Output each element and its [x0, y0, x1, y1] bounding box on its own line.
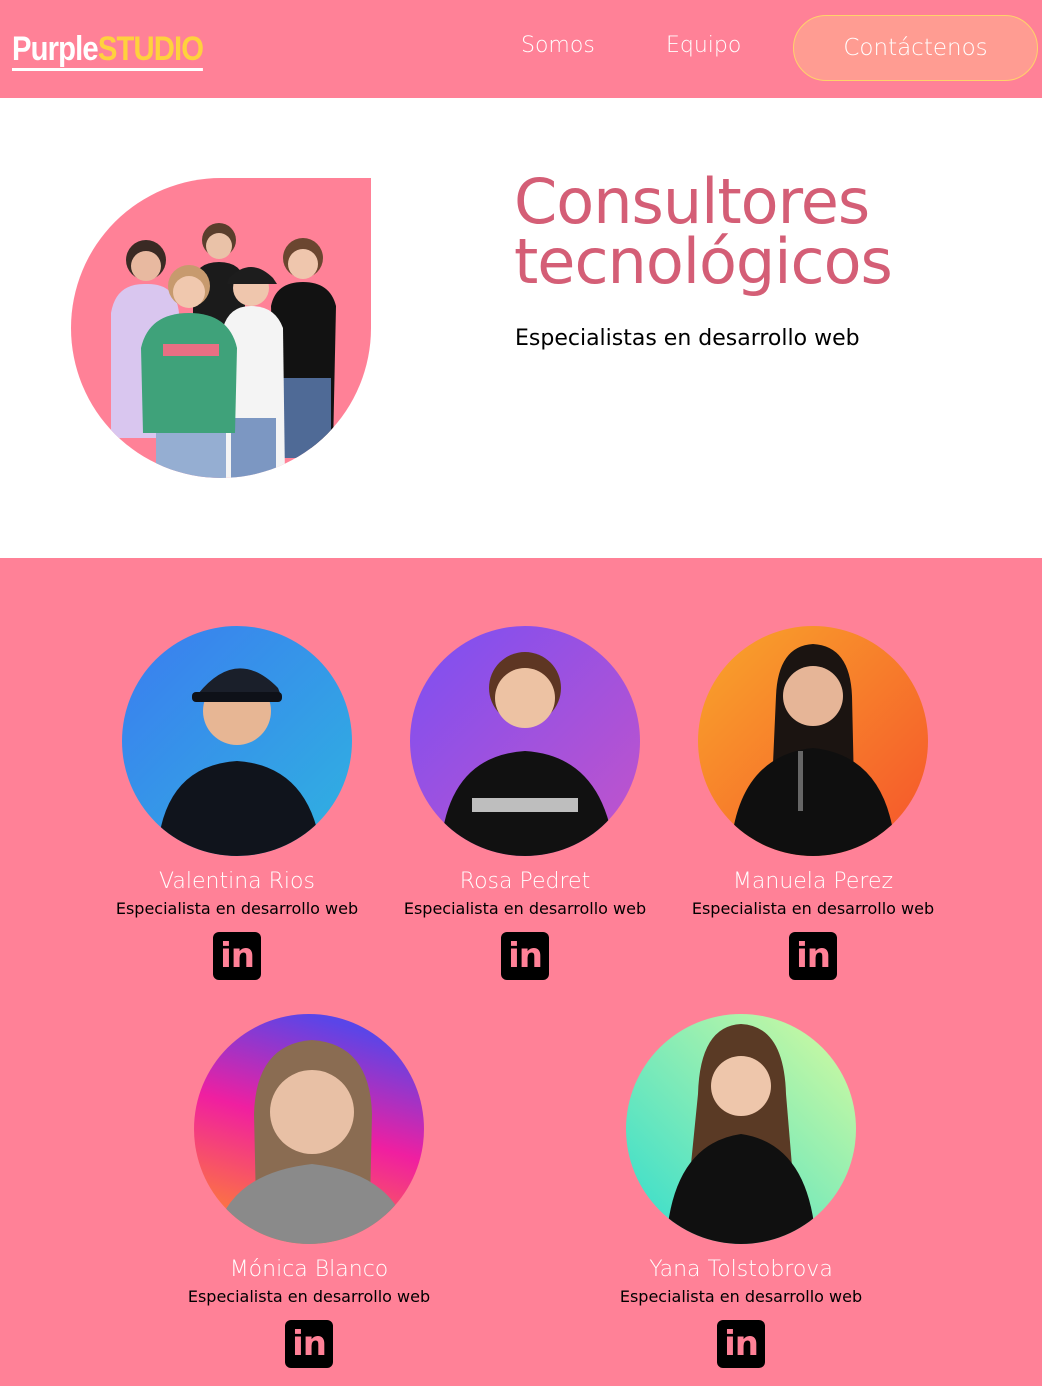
linkedin-glyph: in	[292, 1324, 327, 1364]
member-avatar	[410, 626, 640, 856]
contact-button[interactable]: Contáctenos	[793, 15, 1038, 81]
site-header: PurpleSTUDIO Somos Equipo Contáctenos	[0, 0, 1042, 98]
member-name: Mónica Blanco	[229, 1257, 389, 1282]
team-member-card: Mónica Blanco Especialista en desarrollo…	[179, 1014, 439, 1368]
linkedin-icon[interactable]: in	[285, 1320, 333, 1368]
linkedin-icon[interactable]: in	[501, 932, 549, 980]
logo-text-studio: STUDIO	[97, 30, 204, 68]
member-role: Especialista en desarrollo web	[403, 899, 647, 918]
linkedin-glyph: in	[508, 936, 543, 976]
page-title: Consultores tecnológicos	[514, 165, 893, 298]
nav-link-somos[interactable]: Somos	[521, 33, 595, 58]
member-role: Especialista en desarrollo web	[115, 899, 359, 918]
linkedin-glyph: in	[724, 1324, 759, 1364]
team-section: Valentina Rios Especialista en desarroll…	[0, 558, 1042, 1386]
member-name: Rosa Pedret	[459, 869, 591, 894]
nav-link-equipo[interactable]: Equipo	[666, 33, 741, 58]
member-role: Especialista en desarrollo web	[691, 899, 935, 918]
member-role: Especialista en desarrollo web	[187, 1287, 431, 1306]
member-name: Manuela Perez	[732, 869, 894, 894]
team-photo	[71, 178, 371, 478]
team-member-card: Valentina Rios Especialista en desarroll…	[107, 626, 367, 980]
linkedin-icon[interactable]: in	[789, 932, 837, 980]
member-role: Especialista en desarrollo web	[619, 1287, 863, 1306]
member-name: Valentina Rios	[159, 869, 315, 894]
team-member-card: Rosa Pedret Especialista en desarrollo w…	[395, 626, 655, 980]
logo-text-purple: Purple	[12, 30, 99, 68]
member-avatar	[698, 626, 928, 856]
member-avatar	[626, 1014, 856, 1244]
member-avatar	[122, 626, 352, 856]
brand-logo[interactable]: PurpleSTUDIO	[12, 30, 204, 71]
team-member-card: Manuela Perez Especialista en desarrollo…	[683, 626, 943, 980]
page-subtitle: Especialistas en desarrollo web	[515, 326, 860, 351]
linkedin-icon[interactable]: in	[213, 932, 261, 980]
linkedin-glyph: in	[796, 936, 831, 976]
linkedin-icon[interactable]: in	[717, 1320, 765, 1368]
member-avatar	[194, 1014, 424, 1244]
member-name: Yana Tolstobrova	[649, 1257, 833, 1282]
team-member-card: Yana Tolstobrova Especialista en desarro…	[611, 1014, 871, 1368]
linkedin-glyph: in	[220, 936, 255, 976]
